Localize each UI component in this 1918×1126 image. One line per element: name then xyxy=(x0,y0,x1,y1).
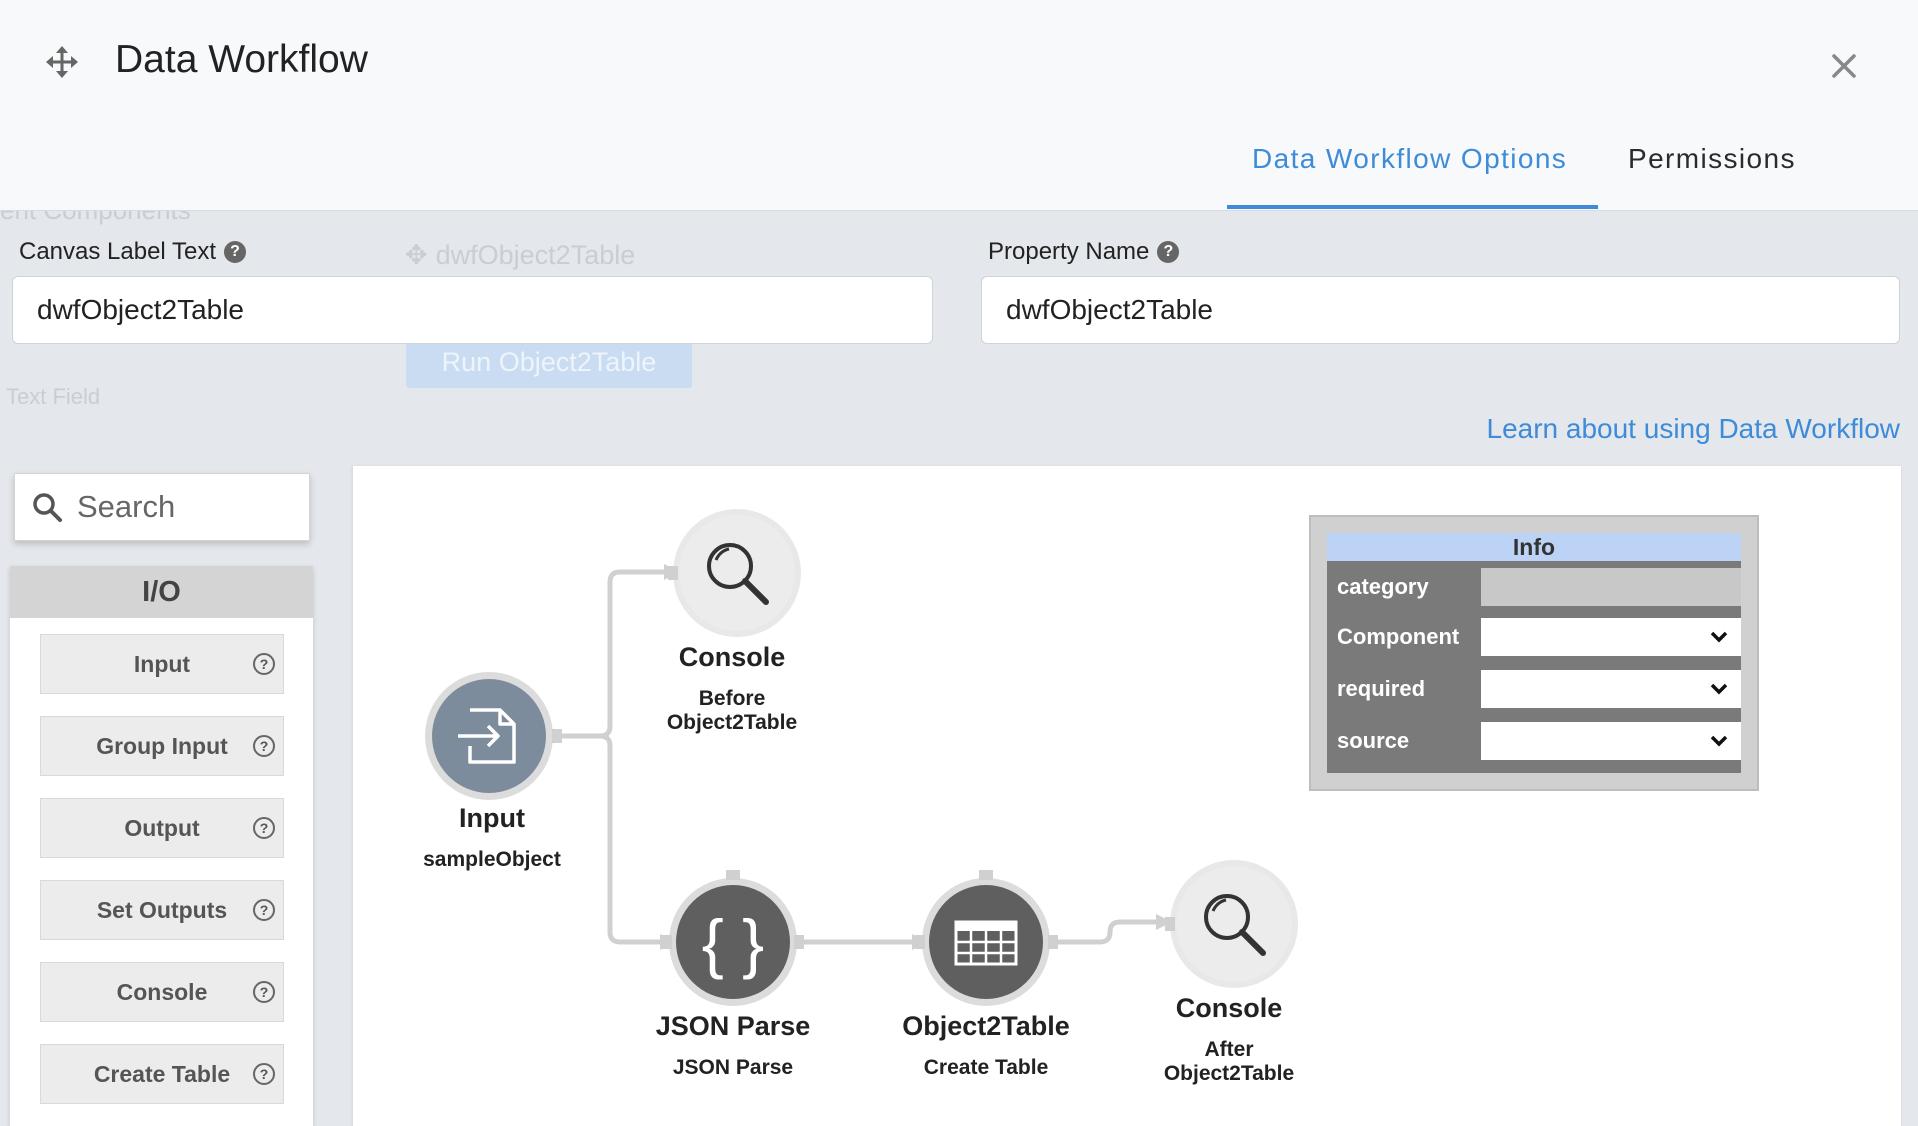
component-select[interactable] xyxy=(1480,618,1741,656)
node-console-before-label: Console Before Object2Table xyxy=(666,642,798,734)
node-console-after[interactable] xyxy=(1165,860,1298,988)
info-panel-title: Info xyxy=(1327,533,1741,561)
node-console-after-label: Console After Object2Table xyxy=(1163,993,1295,1085)
info-row-source: source xyxy=(1329,721,1741,761)
chevron-down-icon xyxy=(1710,735,1728,747)
node-object2table[interactable] xyxy=(915,870,1058,1006)
chevron-down-icon xyxy=(1710,631,1728,643)
node-json-parse-label: JSON Parse JSON Parse xyxy=(655,1011,811,1079)
source-select[interactable] xyxy=(1480,722,1741,760)
node-object2table-label: Object2Table Create Table xyxy=(902,1011,1070,1079)
node-json-parse[interactable]: { } xyxy=(662,870,804,1006)
braces-icon: { } xyxy=(702,906,764,980)
info-row-category: category xyxy=(1329,567,1741,607)
node-console-before[interactable] xyxy=(668,509,801,637)
required-select[interactable] xyxy=(1480,670,1741,708)
link-object2table-console xyxy=(1057,919,1160,945)
node-input-label: Input sampleObject xyxy=(423,803,561,871)
chevron-down-icon xyxy=(1710,683,1728,695)
info-row-component: Component xyxy=(1329,617,1741,657)
info-panel: Info category Component required source xyxy=(1309,515,1759,791)
category-field xyxy=(1480,568,1741,606)
node-input[interactable] xyxy=(425,672,562,800)
link-input-jsonparse xyxy=(599,733,660,945)
info-row-required: required xyxy=(1329,669,1741,709)
